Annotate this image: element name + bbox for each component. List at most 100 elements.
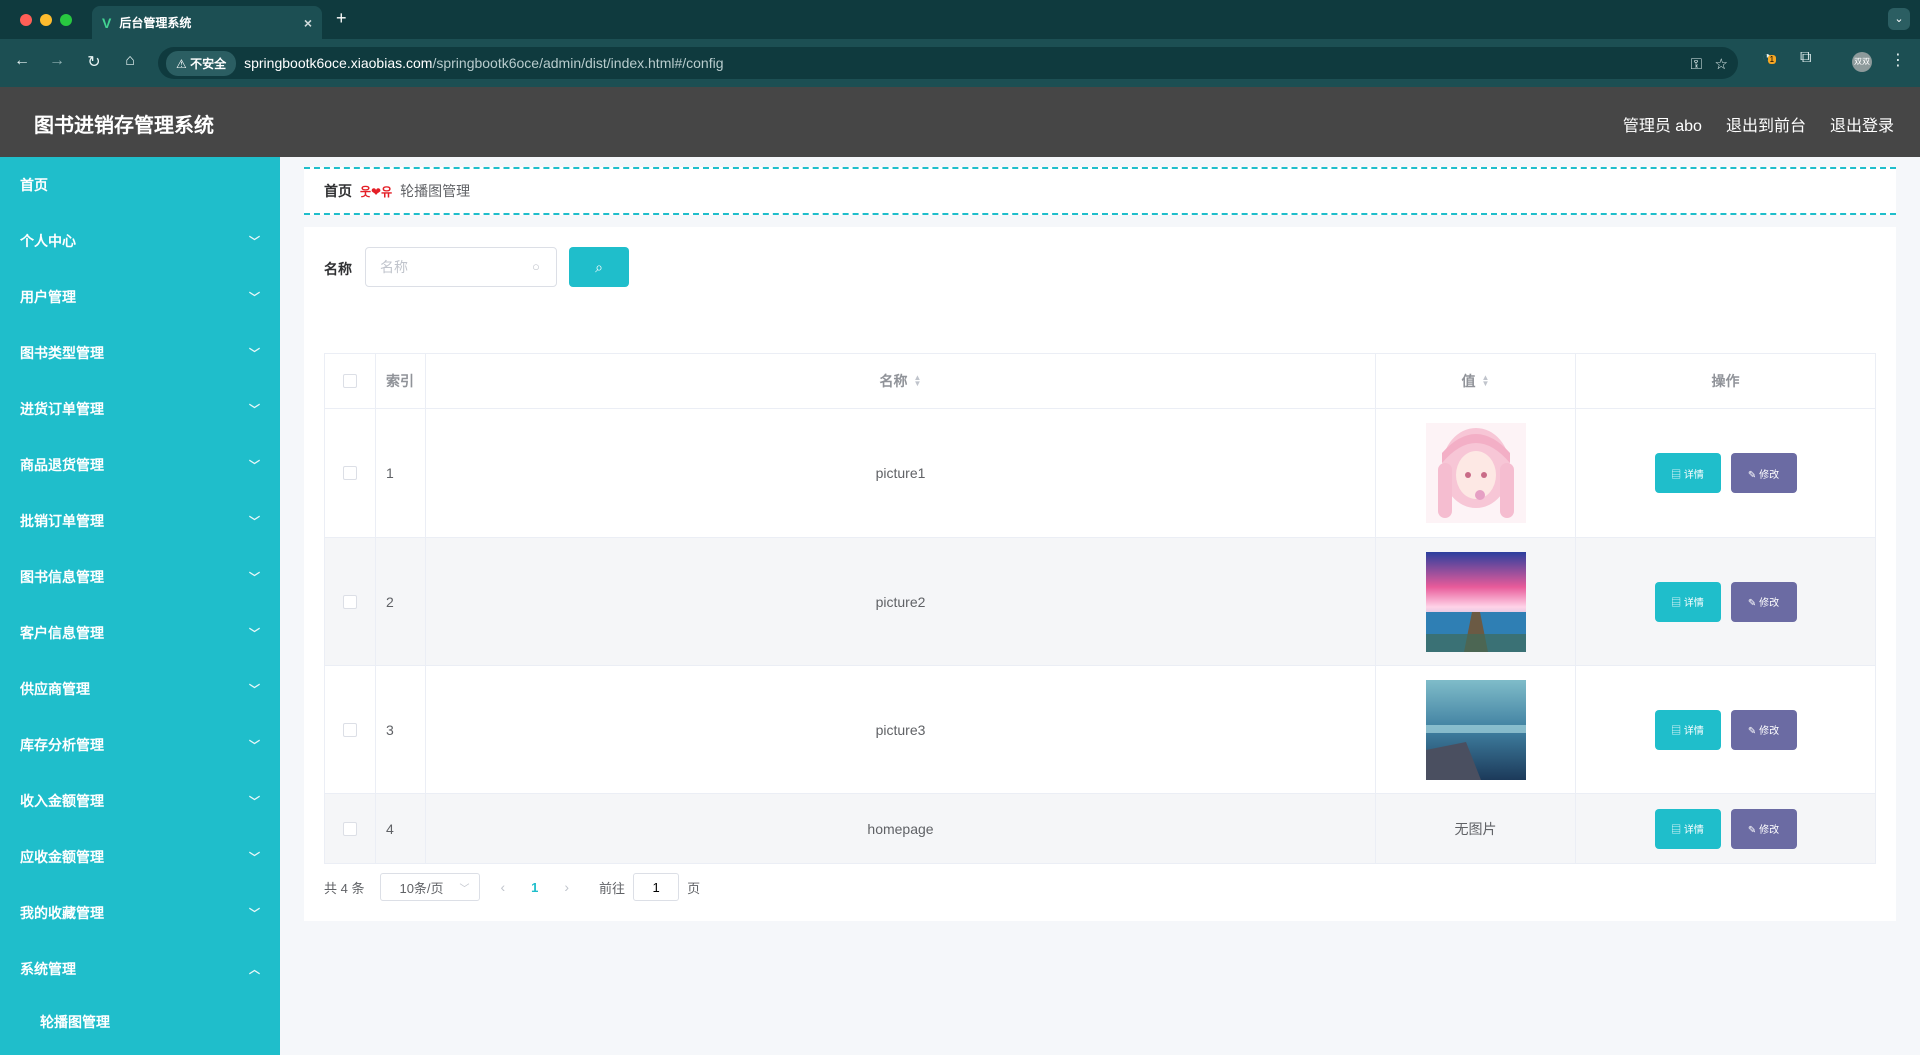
next-page-icon[interactable]: › xyxy=(564,879,569,895)
insecure-badge[interactable]: ⚠ 不安全 xyxy=(166,50,237,76)
edit-button[interactable]: ✎ 修改 xyxy=(1730,581,1797,622)
sidebar-item-suppliers[interactable]: 供应商管理 ﹀ xyxy=(0,661,280,717)
row-ops: ▤ 详情 ✎ 修改 xyxy=(1576,409,1875,537)
logout-link[interactable]: 退出登录 xyxy=(1830,112,1894,136)
search-icon: ○ xyxy=(532,259,540,274)
detail-button[interactable]: ▤ 详情 xyxy=(1654,453,1721,493)
reload-icon[interactable]: ↻ xyxy=(84,52,104,72)
tab-close-icon[interactable]: × xyxy=(304,15,312,31)
sidebar-item-book-types[interactable]: 图书类型管理 ﹀ xyxy=(0,325,280,381)
browser-tab-bar: V 后台管理系统 × + ⌄ xyxy=(0,0,1920,39)
vue-favicon-icon: V xyxy=(102,14,112,31)
edit-button[interactable]: ✎ 修改 xyxy=(1730,808,1797,849)
forward-arrow-icon[interactable]: → xyxy=(47,52,67,70)
sidebar-item-inventory[interactable]: 库存分析管理 ﹀ xyxy=(0,717,280,773)
sidebar-item-wholesale-orders[interactable]: 批销订单管理 ﹀ xyxy=(0,493,280,549)
row-checkbox[interactable] xyxy=(343,466,357,480)
row-checkbox[interactable] xyxy=(343,821,357,836)
sidebar-item-label: 商品退货管理 xyxy=(20,457,104,473)
home-icon[interactable]: ⌂ xyxy=(120,52,140,70)
search-button[interactable]: ⌕ xyxy=(569,247,629,287)
detail-label: 详情 xyxy=(1683,598,1704,609)
row-checkbox[interactable] xyxy=(343,594,357,609)
sidebar-item-system[interactable]: 系统管理 ︿ xyxy=(0,941,280,997)
table-row: 4 homepage 无图片 ▤ 详情 ✎ 修改 xyxy=(325,794,1875,863)
sidebar-subitem-carousel[interactable]: 轮播图管理 xyxy=(0,997,280,1047)
sidebar-item-returns[interactable]: 商品退货管理 ﹀ xyxy=(0,437,280,493)
window-minimize-button[interactable] xyxy=(40,14,52,26)
sidebar-item-home[interactable]: 首页 xyxy=(0,157,280,213)
sidebar-item-label: 收入金额管理 xyxy=(20,793,104,809)
browser-tab[interactable]: V 后台管理系统 × xyxy=(92,6,322,39)
chevron-down-icon: ﹀ xyxy=(249,852,260,864)
back-arrow-icon[interactable]: ← xyxy=(12,52,32,70)
carousel-image-thumbnail[interactable] xyxy=(1425,551,1526,652)
window-maximize-button[interactable] xyxy=(60,14,72,26)
chevron-down-icon: ﹀ xyxy=(249,740,260,752)
detail-button[interactable]: ▤ 详情 xyxy=(1654,808,1721,849)
detail-button[interactable]: ▤ 详情 xyxy=(1654,581,1721,622)
page-suffix: 页 xyxy=(687,880,701,896)
pagination: 共 4 条 10条/页 ﹀ ‹ 1 › 前往 页 xyxy=(324,873,700,901)
extension-badge: 1 xyxy=(1767,55,1777,64)
sidebar: 首页 个人中心 ﹀ 用户管理 ﹀ 图书类型管理 ﹀ 进货订单管理 ﹀ 商品退货管理 ﹀ 批… xyxy=(0,157,280,1055)
puzzle-extensions-icon[interactable]: ⧉ xyxy=(1800,49,1811,67)
chevron-down-icon: ﹀ xyxy=(249,572,260,584)
chevron-down-icon: ﹀ xyxy=(249,684,260,696)
sidebar-item-label: 图书类型管理 xyxy=(20,345,104,361)
sidebar-item-label: 进货订单管理 xyxy=(20,401,104,417)
select-all-checkbox[interactable] xyxy=(343,374,357,388)
carousel-image-thumbnail[interactable] xyxy=(1425,679,1526,780)
new-tab-button[interactable]: + xyxy=(336,8,347,29)
header-name[interactable]: 名称 ▲ ▼ xyxy=(426,354,1376,408)
sidebar-item-users[interactable]: 用户管理 ﹀ xyxy=(0,269,280,325)
row-checkbox[interactable] xyxy=(343,722,357,737)
chevron-down-icon: ﹀ xyxy=(249,460,260,472)
row-checkbox-cell xyxy=(325,409,376,537)
chevron-down-icon: ﹀ xyxy=(249,516,260,528)
search-input[interactable] xyxy=(365,247,557,287)
row-index: 3 xyxy=(376,666,426,793)
header-value[interactable]: 值 ▲ ▼ xyxy=(1376,354,1576,408)
sidebar-item-book-info[interactable]: 图书信息管理 ﹀ xyxy=(0,549,280,605)
sidebar-item-label: 库存分析管理 xyxy=(20,737,104,753)
detail-button[interactable]: ▤ 详情 xyxy=(1654,709,1721,750)
profile-avatar[interactable]: 双双 xyxy=(1852,52,1872,72)
sort-caret-icon[interactable]: ▲ ▼ xyxy=(1482,374,1490,388)
sidebar-item-label: 供应商管理 xyxy=(20,681,90,697)
page-size-select[interactable]: 10条/页 ﹀ xyxy=(380,873,481,901)
sort-caret-icon[interactable]: ▲ ▼ xyxy=(914,374,922,388)
table-row: 3 picture3 ▤ 详情 ✎ 修改 xyxy=(325,666,1875,794)
table-header-row: 索引 名称 ▲ ▼ 值 ▲ ▼ 操作 xyxy=(325,354,1875,409)
sidebar-item-purchase-orders[interactable]: 进货订单管理 ﹀ xyxy=(0,381,280,437)
edit-button[interactable]: ✎ 修改 xyxy=(1730,709,1797,750)
bookmark-star-icon[interactable]: ☆ xyxy=(1715,56,1728,73)
page-number[interactable]: 1 xyxy=(531,880,538,895)
sidebar-item-income[interactable]: 收入金额管理 ﹀ xyxy=(0,773,280,829)
sidebar-item-personal[interactable]: 个人中心 ﹀ xyxy=(0,213,280,269)
password-key-icon[interactable]: ⚿ xyxy=(1691,56,1702,73)
extension-icon[interactable]: ◔1 xyxy=(1762,49,1777,67)
goto-label: 前往 xyxy=(599,880,626,896)
chevron-down-icon: ﹀ xyxy=(249,908,260,920)
window-close-button[interactable] xyxy=(20,14,32,26)
sidebar-item-favorites[interactable]: 我的收藏管理 ﹀ xyxy=(0,885,280,941)
header-links: 管理员 abo 退出到前台 退出登录 xyxy=(1623,112,1894,136)
carousel-image-thumbnail[interactable] xyxy=(1425,423,1526,523)
header-value-label: 值 xyxy=(1461,373,1476,389)
breadcrumb-home[interactable]: 首页 xyxy=(324,181,352,201)
edit-button[interactable]: ✎ 修改 xyxy=(1730,453,1797,493)
detail-label: 详情 xyxy=(1683,825,1704,836)
address-bar[interactable]: ⚠ 不安全 springbootk6oce.xiaobias.com/sprin… xyxy=(158,47,1738,79)
row-name: picture1 xyxy=(426,409,1376,537)
goto-page-input[interactable] xyxy=(633,873,680,901)
prev-page-icon[interactable]: ‹ xyxy=(500,879,505,895)
front-link[interactable]: 退出到前台 xyxy=(1726,112,1806,136)
header-index: 索引 xyxy=(376,354,426,408)
row-value: 无图片 xyxy=(1376,794,1576,863)
sidebar-item-receivables[interactable]: 应收金额管理 ﹀ xyxy=(0,829,280,885)
tab-list-chevron-icon[interactable]: ⌄ xyxy=(1888,8,1910,30)
sidebar-item-label: 图书信息管理 xyxy=(20,569,104,585)
sidebar-item-customers[interactable]: 客户信息管理 ﹀ xyxy=(0,605,280,661)
browser-menu-icon[interactable]: ⋮ xyxy=(1890,50,1906,70)
